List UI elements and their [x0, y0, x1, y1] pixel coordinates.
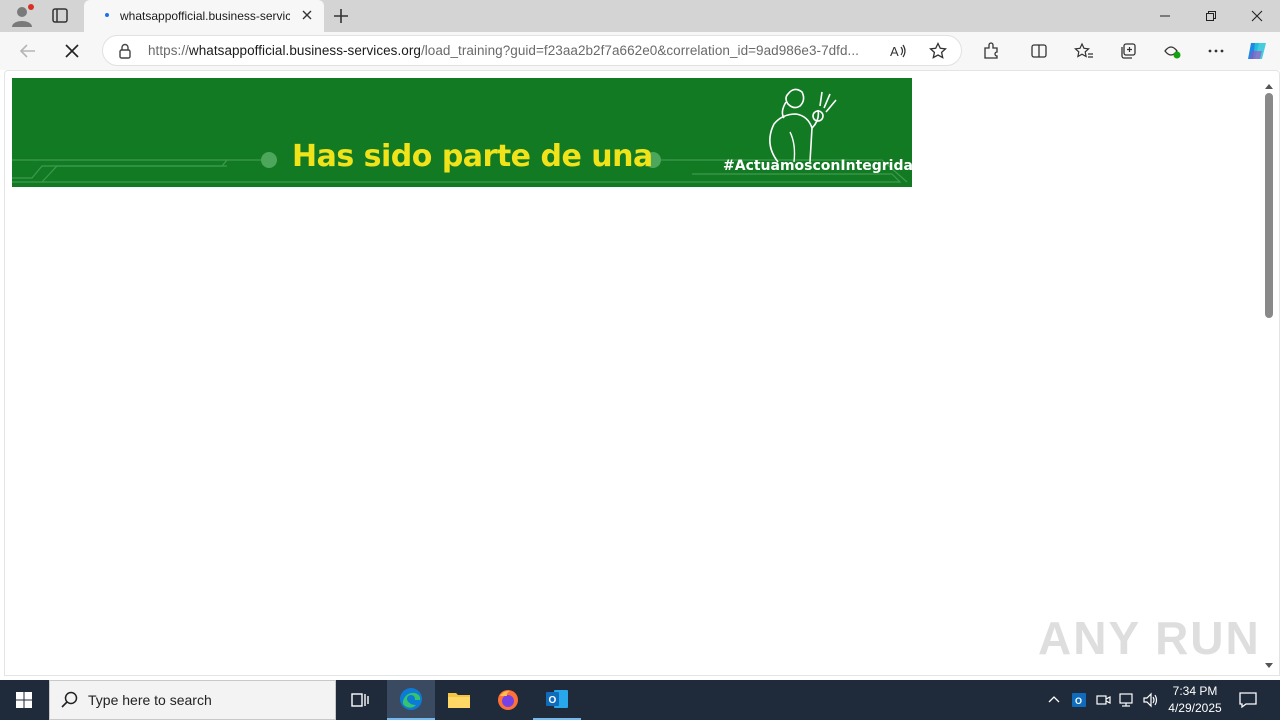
banner-headline: Has sido parte de una [292, 139, 653, 174]
copilot-icon[interactable] [1242, 36, 1272, 66]
person-ok-gesture-illustration [760, 84, 844, 164]
profile-icon[interactable] [8, 3, 36, 29]
lock-icon[interactable] [116, 42, 134, 60]
url-path: /load_training?guid=f23aa2b2f7a662e0&cor… [420, 43, 859, 58]
task-view-icon[interactable] [336, 680, 384, 720]
banner-hashtag: #ActuamosconIntegridad [723, 158, 923, 174]
extensions-icon[interactable] [976, 36, 1006, 66]
tab-actions-icon[interactable] [46, 3, 74, 29]
favorites-icon[interactable] [1069, 36, 1099, 66]
file-explorer-icon[interactable] [435, 680, 483, 720]
search-icon [60, 690, 80, 710]
clock-date: 4/29/2025 [1168, 701, 1222, 715]
more-menu-icon[interactable] [1201, 36, 1231, 66]
show-hidden-icons-icon[interactable] [1046, 692, 1062, 708]
stop-loading-button[interactable] [57, 36, 87, 66]
new-tab-button[interactable] [330, 5, 352, 27]
anyrun-watermark: ANY RUN [1038, 612, 1261, 664]
restore-button[interactable] [1188, 0, 1234, 32]
outlook-icon[interactable]: O [533, 680, 581, 720]
svg-text:A: A [890, 44, 899, 59]
firefox-icon[interactable] [484, 680, 532, 720]
svg-text:O: O [549, 695, 557, 706]
collections-icon[interactable] [1113, 36, 1143, 66]
clock-time: 7:34 PM [1172, 684, 1218, 698]
network-icon[interactable] [1118, 691, 1136, 709]
scrollbar-thumb[interactable] [1265, 93, 1273, 318]
split-screen-icon[interactable] [1024, 36, 1054, 66]
close-tab-icon[interactable] [297, 7, 317, 25]
notifications-icon[interactable] [1238, 690, 1258, 710]
url-prefix: https:// [148, 43, 189, 58]
scroll-up-arrow-icon[interactable] [1263, 78, 1275, 89]
svg-text:O: O [1075, 696, 1082, 706]
minimize-button[interactable] [1142, 0, 1188, 32]
url-text[interactable]: https://whatsappofficial.business-servic… [148, 43, 859, 58]
back-button[interactable] [13, 36, 43, 66]
browser-essentials-icon[interactable] [1157, 36, 1187, 66]
search-placeholder: Type here to search [88, 692, 212, 708]
favorite-star-icon[interactable] [923, 36, 953, 66]
tab-title: whatsappofficial.business-services.org/l… [120, 9, 290, 23]
volume-icon[interactable] [1142, 691, 1160, 709]
scroll-down-arrow-icon[interactable] [1263, 658, 1275, 668]
url-domain: whatsappofficial.business-services.org [188, 43, 421, 58]
close-window-button[interactable] [1234, 0, 1280, 32]
read-aloud-icon[interactable]: A [883, 36, 913, 66]
taskbar-clock[interactable]: 7:34 PM 4/29/2025 [1160, 683, 1230, 717]
start-button[interactable] [0, 680, 48, 720]
meet-now-icon[interactable] [1094, 691, 1112, 709]
edge-taskbar-icon[interactable] [387, 680, 435, 720]
loading-dot-icon [105, 13, 109, 17]
outlook-tray-icon[interactable]: O [1070, 691, 1088, 709]
